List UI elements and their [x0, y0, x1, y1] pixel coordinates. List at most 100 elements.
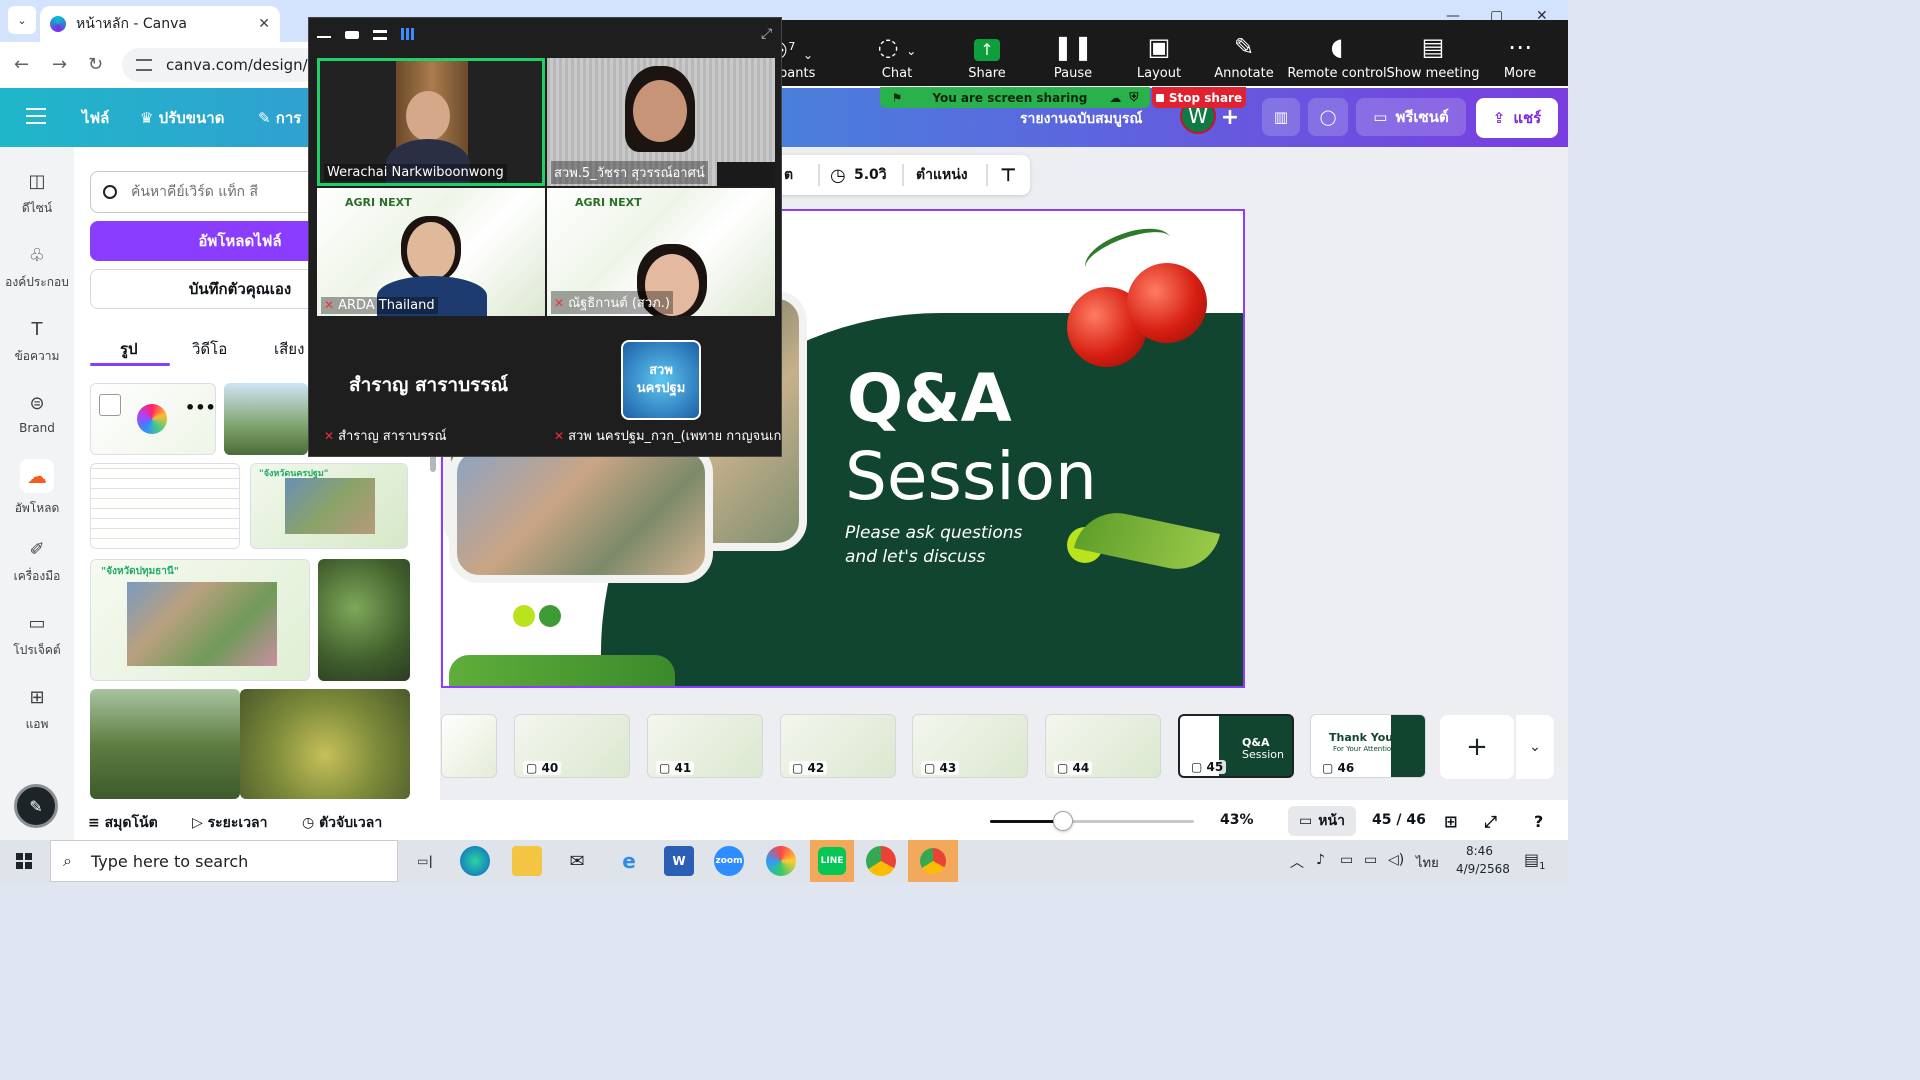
page-thumbnail[interactable]: Thank You For Your Attention ▢ 46 [1310, 714, 1426, 778]
nav-elements[interactable]: ♧ องค์ประกอบ [0, 245, 74, 292]
microphone-icon[interactable]: ♪ [1316, 852, 1325, 868]
nav-projects[interactable]: ▭ โปรเจ็คต์ [0, 613, 74, 660]
ie-icon[interactable]: e [614, 846, 644, 876]
photos-icon[interactable] [766, 846, 796, 876]
more-button[interactable]: ⋯ More [1480, 32, 1560, 81]
slide-title-2[interactable]: Session [845, 439, 1097, 515]
help-icon[interactable]: ? [1534, 812, 1543, 831]
stop-share-button[interactable]: Stop share [1152, 87, 1246, 108]
upload-thumbnail[interactable]: "จังหวัดปทุมธานี" [90, 559, 310, 681]
reload-icon[interactable]: ↻ [88, 54, 103, 75]
remote-control-button[interactable]: ◖ Remote control [1287, 32, 1387, 81]
clock-date[interactable]: 4/9/2568 [1456, 862, 1510, 876]
battery-icon[interactable]: ▭ [1340, 852, 1353, 868]
site-info-icon[interactable] [136, 59, 152, 71]
tray-chevron-icon[interactable]: ︿ [1290, 852, 1304, 872]
page-thumbnail[interactable]: ▢ 42 [780, 714, 896, 778]
language-indicator[interactable]: ไทย [1416, 852, 1439, 873]
document-title[interactable]: รายงานฉบับสมบูรณ์ [1020, 108, 1142, 130]
clock-time[interactable]: 8:46 [1466, 844, 1493, 858]
video-tile[interactable]: AGRI NEXT ✕ ณัฐธิกานต์ (สวภ.) [547, 188, 775, 316]
close-tab-icon[interactable]: ✕ [258, 16, 270, 32]
fullscreen-icon[interactable]: ⤢ [1484, 812, 1497, 832]
resize-menu[interactable]: ♛ ปรับขนาด [140, 106, 224, 130]
slide-title[interactable]: Q&A [847, 361, 1012, 437]
toolbar-partial-item[interactable]: ต [784, 164, 793, 186]
position-button[interactable]: ตำแหน่ง [916, 164, 968, 186]
edge-icon[interactable] [460, 846, 490, 876]
upload-thumbnail[interactable] [90, 463, 240, 549]
tab-audio[interactable]: เสียง [274, 337, 304, 361]
screen-sharing-banner[interactable]: ⚑ You are screen sharing ☁ ⛨ [880, 87, 1150, 108]
nav-upload[interactable]: ☁ อัพโหลด [0, 459, 74, 518]
zoom-video-gallery[interactable]: ⤢ Werachai Narkwiboonwong สวพ.5_วัชรา สุ… [308, 17, 782, 457]
network-icon[interactable]: ▭ [1364, 852, 1377, 868]
page-thumbnail[interactable]: ▢ 43 [912, 714, 1028, 778]
magic-edit-button[interactable]: ✎ [14, 784, 58, 828]
page-thumbnail[interactable]: ▢ 44 [1045, 714, 1161, 778]
chat-button[interactable]: ◌ ⌄ Chat [857, 32, 937, 81]
add-page-button[interactable]: + [1440, 715, 1514, 779]
nav-design[interactable]: ◫ ดีไซน์ [0, 171, 74, 218]
strip-view-icon[interactable] [373, 30, 387, 40]
chrome-icon[interactable] [866, 846, 896, 876]
pause-share-button[interactable]: ❚❚ Pause [1033, 32, 1113, 81]
upload-thumbnail[interactable] [224, 383, 308, 455]
back-icon[interactable]: ← [14, 54, 29, 75]
chevron-down-icon[interactable]: ⌄ [803, 48, 813, 62]
timeline-button[interactable]: ▷ ระยะเวลา [192, 812, 268, 834]
file-explorer-icon[interactable] [512, 846, 542, 876]
select-checkbox[interactable] [99, 394, 121, 416]
word-icon[interactable]: W [664, 846, 694, 876]
taskbar-search-input[interactable]: ⌕ Type here to search [50, 840, 398, 882]
insights-icon[interactable]: ▥ [1262, 98, 1300, 136]
chevron-down-icon[interactable]: ⌄ [906, 44, 916, 58]
page-thumbnail-active[interactable]: Q&A Session ▢ 45 [1178, 714, 1294, 778]
tab-images[interactable]: รูป [120, 337, 138, 361]
slide-subtitle[interactable]: Please ask questions and let's discuss [845, 521, 1022, 569]
page-thumbnail[interactable]: ▢ 41 [647, 714, 763, 778]
mail-icon[interactable]: ✉ [562, 846, 592, 876]
video-tile[interactable]: Werachai Narkwiboonwong [317, 58, 545, 186]
tab-search-icon[interactable]: ⌄ [8, 6, 36, 34]
page-thumbnail[interactable] [441, 714, 497, 778]
annotate-button[interactable]: ✎ Annotate [1204, 32, 1284, 81]
gallery-view-icon[interactable] [401, 28, 415, 40]
timer-button[interactable]: ◷ ตัวจับเวลา [302, 812, 382, 834]
menu-icon[interactable] [26, 108, 46, 124]
paint-format-icon[interactable]: ⊤ [1000, 165, 1016, 186]
duration-button[interactable]: 5.0วิ [854, 164, 887, 186]
windows-start-icon[interactable] [16, 853, 32, 869]
forward-icon[interactable]: → [52, 54, 67, 75]
upload-thumbnail[interactable] [240, 689, 410, 799]
nav-tools[interactable]: ✐ เครื่องมือ [0, 539, 74, 586]
tab-videos[interactable]: วิดีโอ [192, 337, 227, 361]
minimize-video-icon[interactable] [317, 30, 331, 38]
comment-icon[interactable]: ◯ [1308, 98, 1348, 136]
task-view-icon[interactable]: ▭| [410, 846, 440, 876]
present-button[interactable]: ▭ พรีเซนต์ [1356, 98, 1466, 136]
show-meeting-button[interactable]: ▤ Show meeting [1383, 32, 1483, 81]
volume-icon[interactable]: ◁) [1388, 852, 1404, 868]
nav-apps[interactable]: ⊞ แอพ [0, 687, 74, 734]
zoom-percent[interactable]: 43% [1220, 812, 1254, 828]
upload-thumbnail[interactable] [90, 689, 240, 799]
share-button[interactable]: ⇪ แชร์ [1476, 98, 1558, 138]
more-options-icon[interactable]: ••• [185, 398, 215, 417]
chrome-active-button[interactable] [908, 840, 958, 882]
layout-button[interactable]: ▣ Layout [1119, 32, 1199, 81]
page-view-button[interactable]: ▭ หน้า [1288, 806, 1356, 836]
video-tile[interactable]: AGRI NEXT ✕ ARDA Thailand [317, 188, 545, 316]
share-screen-button[interactable]: ↑ Share [947, 32, 1027, 81]
nav-brand[interactable]: ⊜ Brand [0, 393, 74, 435]
edit-menu[interactable]: ✎ การ [258, 106, 301, 130]
zoom-icon[interactable]: zoom [714, 846, 744, 876]
upload-thumbnail[interactable]: "จังหวัดนครปฐม" [250, 463, 408, 549]
upload-thumbnail[interactable]: ••• [90, 383, 216, 455]
file-menu[interactable]: ไฟล์ [82, 106, 109, 130]
video-tile[interactable]: สวพ.5_วัชรา สุวรรณ์อาศน์ [547, 58, 775, 186]
page-counter[interactable]: 45 / 46 [1372, 812, 1426, 828]
expand-icon[interactable]: ⤢ [761, 26, 772, 42]
notes-button[interactable]: ≡ สมุดโน้ต [88, 812, 158, 834]
nav-text[interactable]: T ข้อความ [0, 319, 74, 366]
